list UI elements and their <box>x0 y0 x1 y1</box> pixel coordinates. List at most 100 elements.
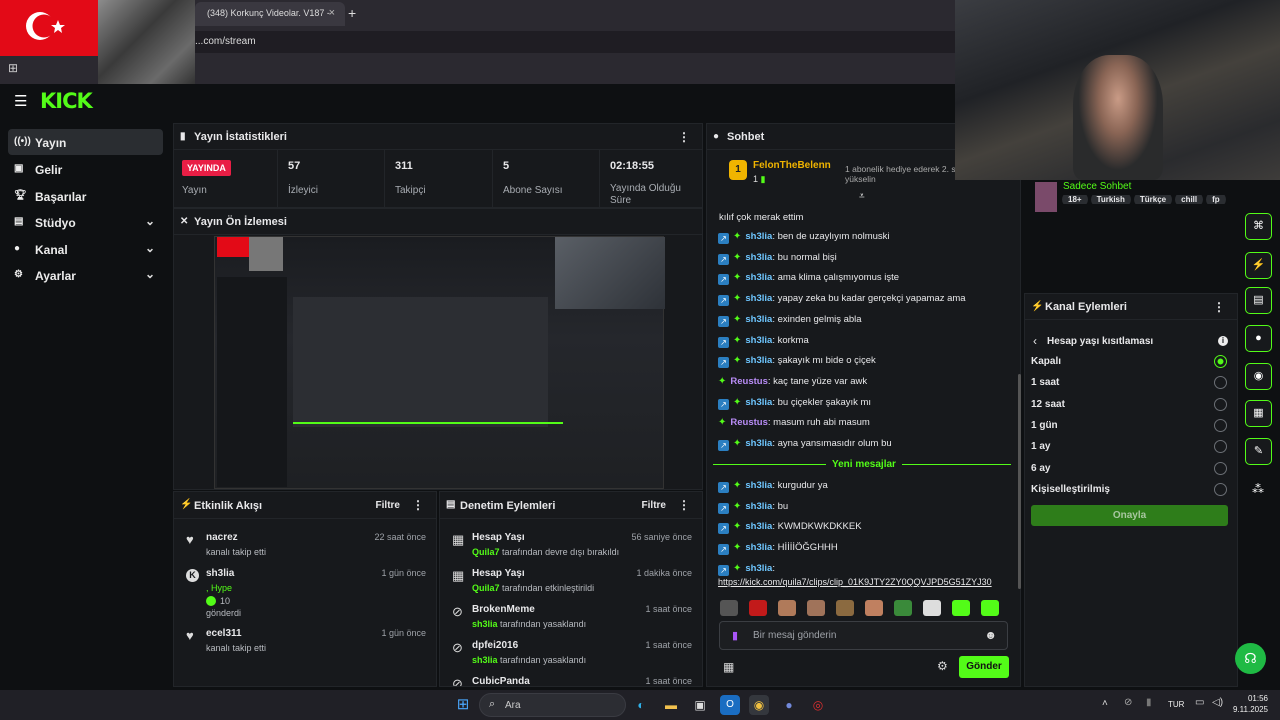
settings-icon[interactable]: ⚙ <box>937 659 948 673</box>
emote-icon[interactable] <box>836 600 854 616</box>
radio-button[interactable] <box>1214 461 1227 475</box>
chat-username[interactable]: sh3lia <box>745 252 772 263</box>
collapse-icon[interactable]: ⩡ <box>859 191 865 202</box>
emote-icon[interactable] <box>720 600 738 616</box>
taskbar-search[interactable]: ⌕ Ara <box>479 693 626 717</box>
mod-user[interactable]: Quila7 <box>472 547 500 557</box>
chat-username[interactable]: sh3lia <box>745 501 772 512</box>
emote-icon[interactable] <box>894 600 912 616</box>
age-option-label[interactable]: 1 saat <box>1031 377 1059 388</box>
radio-button[interactable] <box>1214 355 1227 368</box>
store-icon[interactable]: ▦ <box>723 660 734 674</box>
emote-icon[interactable] <box>778 600 796 616</box>
apps-icon[interactable]: ⊞ <box>8 61 18 75</box>
sidebar-item-ayarlar[interactable]: ⚙ Ayarlar ⌄ <box>8 262 163 288</box>
chat-username[interactable]: Reustus <box>730 417 767 428</box>
confirm-button[interactable]: Onayla <box>1031 505 1228 526</box>
sidebar-item-kanal[interactable]: ● Kanal ⌄ <box>8 236 163 262</box>
activity-user[interactable]: ecel311 <box>206 628 242 639</box>
filter-button[interactable]: Filtre <box>642 500 666 511</box>
outlook-icon[interactable]: O <box>720 695 740 715</box>
explorer-icon[interactable]: ▬ <box>661 695 681 715</box>
rail-share-icon[interactable]: ⁂ <box>1252 482 1264 496</box>
emote-icon[interactable] <box>923 600 941 616</box>
rail-clip-icon[interactable]: ⌘ <box>1245 213 1272 240</box>
rail-wrench-icon[interactable]: ✎ <box>1245 438 1272 465</box>
activity-user[interactable]: nacrez <box>206 532 238 543</box>
chat-username[interactable]: Reustus <box>730 376 767 387</box>
tag[interactable]: Türkçe <box>1133 195 1173 204</box>
opera-icon[interactable]: ◎ <box>808 695 828 715</box>
menu-icon[interactable]: ☰ <box>14 92 27 110</box>
clock[interactable]: 01:56 9.11.2025 <box>1232 693 1268 715</box>
chat-username[interactable]: sh3lia <box>745 480 772 491</box>
rail-broadcast-icon[interactable]: ◉ <box>1245 363 1272 390</box>
more-icon[interactable]: ⋮ <box>678 498 690 512</box>
rail-doc-icon[interactable]: ▤ <box>1245 287 1272 314</box>
tag[interactable]: Turkish <box>1090 195 1131 204</box>
stream-preview-video[interactable] <box>214 236 665 489</box>
edge-icon[interactable]: ◐ <box>631 695 651 715</box>
chat-username[interactable]: sh3lia <box>745 438 772 449</box>
more-icon[interactable]: ⋮ <box>678 130 690 144</box>
chat-username[interactable]: sh3lia <box>745 563 772 574</box>
info-icon[interactable]: i <box>1218 336 1228 346</box>
mic-tray-icon[interactable]: ▮ <box>1146 697 1152 708</box>
chat-scrollbar[interactable] <box>1018 374 1021 589</box>
tag[interactable]: 18+ <box>1062 195 1088 204</box>
sidebar-item-gelir[interactable]: ▣ Gelir <box>8 156 163 182</box>
filter-button[interactable]: Filtre <box>376 500 400 511</box>
emoji-icon[interactable]: ☻ <box>984 628 997 642</box>
address-bar[interactable]: ...com/stream <box>195 31 955 53</box>
network-icon[interactable]: ⊘ <box>1124 697 1132 708</box>
new-tab-button[interactable]: + <box>348 5 356 21</box>
send-button[interactable]: Gönder <box>959 656 1009 678</box>
age-option-label[interactable]: 1 gün <box>1031 420 1058 431</box>
radio-button[interactable] <box>1214 482 1227 496</box>
radio-button[interactable] <box>1214 418 1227 432</box>
emote-icon[interactable] <box>952 600 970 616</box>
rail-list-icon[interactable]: ▦ <box>1245 400 1272 427</box>
activity-user[interactable]: sh3lia <box>206 568 234 579</box>
tab-close-icon[interactable]: × <box>329 7 335 19</box>
more-icon[interactable]: ⋮ <box>412 498 424 512</box>
rail-bolt-icon[interactable]: ⚡ <box>1245 252 1272 279</box>
chat-username[interactable]: sh3lia <box>745 314 772 325</box>
chat-link[interactable]: https://kick.com/quila7/clips/clip_01K9J… <box>718 577 992 587</box>
mod-title[interactable]: dpfei2016 <box>472 640 518 651</box>
chat-username[interactable]: sh3lia <box>745 272 772 283</box>
age-option-label[interactable]: Kişiselleştirilmiş <box>1031 484 1110 495</box>
mod-title[interactable]: BrokenMeme <box>472 604 535 615</box>
chat-username[interactable]: sh3lia <box>745 521 772 532</box>
lang-indicator[interactable]: TUR <box>1168 700 1184 709</box>
chrome-icon[interactable]: ◉ <box>749 695 769 715</box>
chat-input[interactable]: ▮ Bir mesaj gönderin ☻ <box>719 621 1008 650</box>
more-icon[interactable]: ⋮ <box>1213 300 1225 314</box>
volume-icon[interactable]: ◁) <box>1212 697 1223 708</box>
sidebar-item-basarilar[interactable]: 🏆︎ Başarılar <box>8 183 163 209</box>
windows-start-icon[interactable]: ⊞ <box>453 695 473 715</box>
browser-tab[interactable]: (348) Korkunç Videolar. V187 - × <box>195 2 345 26</box>
mod-user[interactable]: sh3lia <box>472 619 498 629</box>
tag[interactable]: chill <box>1175 195 1204 204</box>
age-option-label[interactable]: 6 ay <box>1031 463 1050 474</box>
sidebar-item-yayin[interactable]: ((•)) Yayın <box>8 129 163 155</box>
display-icon[interactable]: ▭ <box>1195 697 1204 708</box>
new-messages-label[interactable]: Yeni mesajlar <box>826 459 902 470</box>
chat-username[interactable]: sh3lia <box>745 397 772 408</box>
tag[interactable]: fp <box>1206 195 1226 204</box>
mic-icon[interactable]: ▮ <box>732 629 738 642</box>
age-option-label[interactable]: 1 ay <box>1031 441 1050 452</box>
emote-icon[interactable] <box>865 600 883 616</box>
chat-username[interactable]: sh3lia <box>745 355 772 366</box>
discord-icon[interactable]: ● <box>779 695 799 715</box>
chat-username[interactable]: sh3lia <box>745 293 772 304</box>
rail-chat-icon[interactable]: ● <box>1245 325 1272 352</box>
emote-icon[interactable] <box>981 600 999 616</box>
chat-username[interactable]: sh3lia <box>745 231 772 242</box>
store-icon[interactable]: ▣ <box>690 695 710 715</box>
age-option-label[interactable]: Kapalı <box>1031 356 1061 367</box>
emote-icon[interactable] <box>807 600 825 616</box>
radio-button[interactable] <box>1214 397 1227 411</box>
pinned-user[interactable]: FelonTheBelenn <box>753 160 831 171</box>
